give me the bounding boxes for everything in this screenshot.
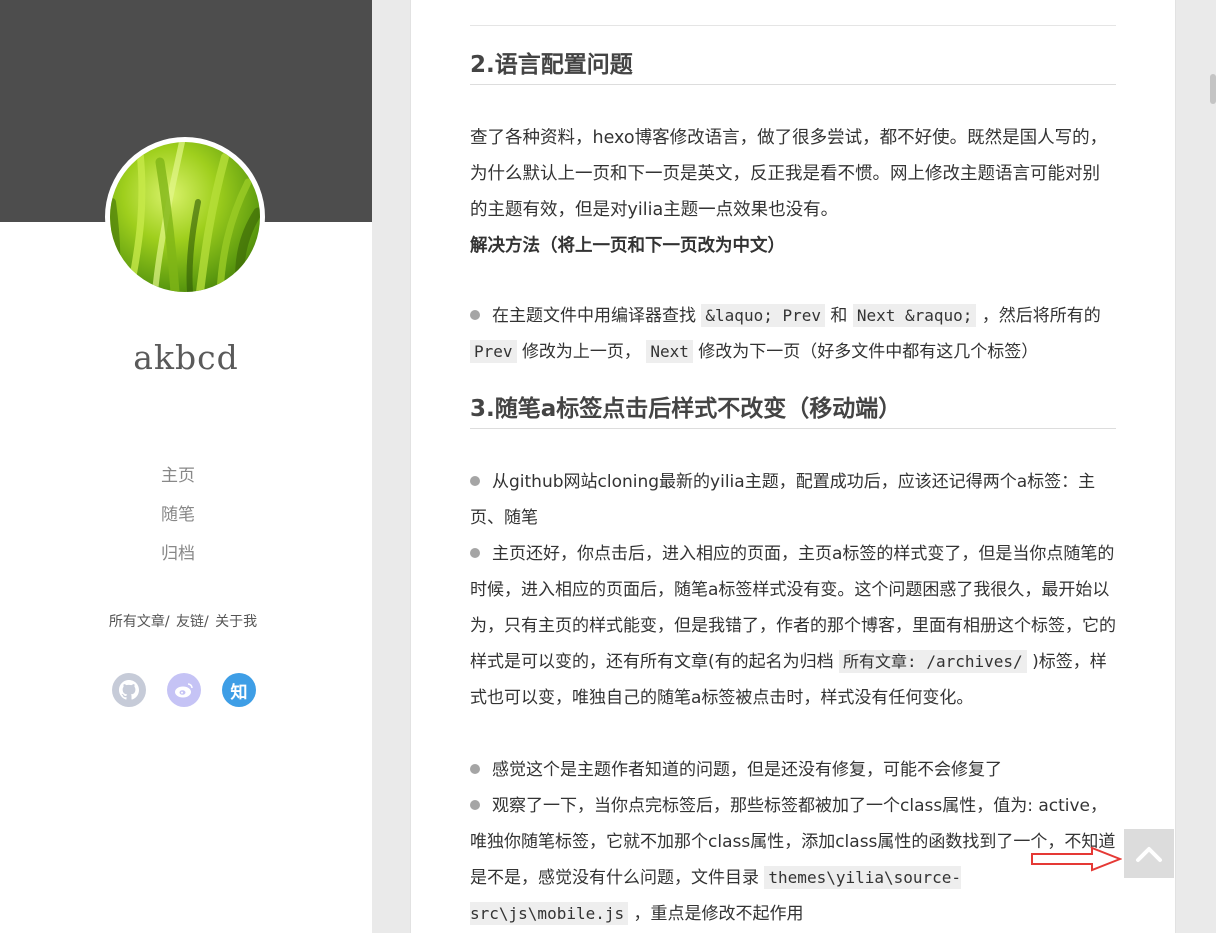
sidebar-sublinks: 所有文章/ 友链/ 关于我: [0, 611, 366, 631]
site-name[interactable]: akbcd: [0, 338, 372, 377]
inline-code: 所有文章: /archives/: [839, 650, 1027, 673]
nav-item-essays[interactable]: 随笔: [128, 501, 228, 540]
section2-paragraph: 查了各种资料，hexo博客修改语言，做了很多尝试，都不好使。既然是国人写的，为什…: [470, 128, 1108, 220]
content-card: 2.语言配置问题 查了各种资料，hexo博客修改语言，做了很多尝试，都不好使。既…: [410, 0, 1176, 933]
bullet: [470, 800, 480, 810]
inline-code: &laquo; Prev: [701, 304, 825, 327]
section-heading-3: 3.随笔a标签点击后样式不改变（移动端）: [470, 392, 1116, 429]
back-to-top-button[interactable]: [1124, 829, 1174, 878]
list-item: 在主题文件中用编译器查找 &laquo; Prev 和 Next &raquo;…: [470, 298, 1116, 370]
weibo-icon[interactable]: [167, 673, 201, 707]
divider: [470, 25, 1116, 26]
left-sidebar: akbcd 主页 随笔 归档 所有文章/ 友链/ 关于我 知: [0, 0, 372, 933]
nav-item-archive[interactable]: 归档: [128, 540, 228, 579]
bullet: [470, 476, 480, 486]
sidebar-nav: 主页 随笔 归档: [128, 462, 228, 579]
nav-item-home[interactable]: 主页: [128, 462, 228, 501]
bullet: [470, 764, 480, 774]
inline-code: Next &raquo;: [852, 304, 977, 327]
link-all-articles[interactable]: 所有文章/: [109, 614, 170, 630]
list-item: 从github网站cloning最新的yilia主题，配置成功后，应该还记得两个…: [470, 472, 1096, 528]
inline-code: Prev: [470, 340, 517, 363]
grass-image: [110, 142, 260, 292]
scrollbar[interactable]: [1210, 74, 1216, 104]
github-icon[interactable]: [112, 673, 146, 707]
list-item: 感觉这个是主题作者知道的问题，但是还没有修复，可能不会修复了: [470, 752, 1116, 788]
link-friends[interactable]: 友链/: [176, 614, 209, 630]
list-item: 观察了一下，当你点完标签后，那些标签都被加了一个class属性，值为: acti…: [470, 796, 1116, 925]
bullet: [470, 548, 480, 558]
link-about-me[interactable]: 关于我: [215, 614, 257, 630]
section-heading-2: 2.语言配置问题: [470, 48, 1116, 85]
annotation-arrow-icon: [1031, 846, 1122, 872]
list-item: 主页还好，你点击后，进入相应的页面，主页a标签的样式变了，但是当你点随笔的时候，…: [470, 544, 1116, 708]
chevron-up-icon: [1136, 846, 1162, 862]
zhihu-icon[interactable]: 知: [222, 673, 256, 707]
zhihu-label: 知: [230, 682, 248, 703]
bullet: [470, 310, 480, 320]
solution-heading: 解决方法（将上一页和下一页改为中文）: [470, 236, 785, 256]
inline-code: Next: [646, 340, 693, 363]
avatar[interactable]: [105, 137, 265, 297]
